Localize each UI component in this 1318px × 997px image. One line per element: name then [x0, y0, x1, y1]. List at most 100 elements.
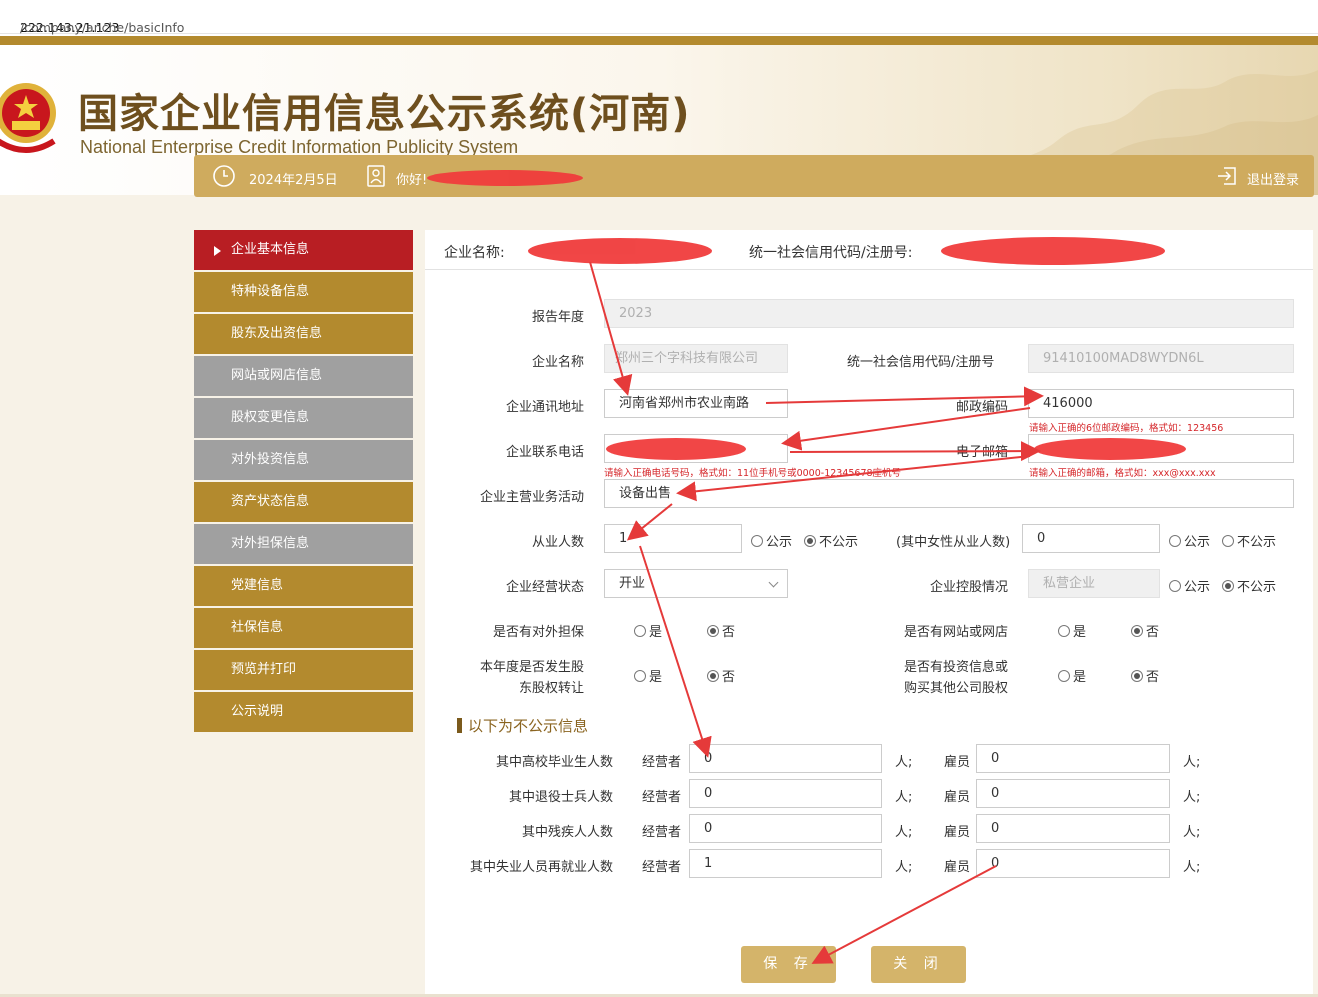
status-select-value: 开业: [619, 576, 646, 591]
reemployed-operator-input[interactable]: 1: [689, 849, 882, 878]
company-name-label: 企业名称:: [444, 245, 505, 261]
control-public-radio[interactable]: 公示: [1169, 576, 1210, 595]
credit-code-field-label: 统一社会信用代码/注册号: [847, 355, 995, 370]
radio-label: 不公示: [819, 535, 859, 550]
reemployed-employee-input[interactable]: 0: [976, 849, 1170, 878]
sidebar-item-preview-print[interactable]: 预览并打印: [194, 650, 413, 690]
unit-label: 人;: [1183, 755, 1201, 770]
guarantee-no-radio[interactable]: 否: [707, 621, 735, 640]
radio-icon: [1058, 625, 1070, 637]
female-public-radio[interactable]: 公示: [1169, 531, 1210, 550]
radio-icon: [1222, 535, 1234, 547]
unit-label: 人;: [1183, 825, 1201, 840]
save-button[interactable]: 保 存: [741, 946, 836, 983]
current-date: 2024年2月5日: [249, 173, 338, 188]
employee-label: 雇员: [944, 860, 971, 875]
sidebar-item-shareholders[interactable]: 股东及出资信息: [194, 314, 413, 354]
site-title: 国家企业信用信息公示系统(河南): [78, 91, 691, 137]
address-input[interactable]: 河南省郑州市农业南路: [604, 389, 788, 418]
employee-label: 雇员: [944, 825, 971, 840]
disabled-employee-input[interactable]: 0: [976, 814, 1170, 843]
employees-label: 从业人数: [531, 535, 584, 550]
operator-label: 经营者: [642, 790, 682, 805]
graduates-label: 其中高校毕业生人数: [495, 755, 613, 770]
unit-label: 人;: [895, 790, 913, 805]
sidebar-item-label: 股东及出资信息: [231, 326, 323, 341]
sidebar-item-asset-status[interactable]: 资产状态信息: [194, 482, 413, 522]
radio-label: 公示: [1184, 580, 1211, 595]
employee-label: 雇员: [944, 755, 971, 770]
radio-label: 公示: [1184, 535, 1211, 550]
report-year-input[interactable]: 2023: [604, 299, 1294, 328]
graduates-operator-input[interactable]: 0: [689, 744, 882, 773]
address-label: 企业通讯地址: [505, 400, 584, 415]
employees-public-radio[interactable]: 公示: [751, 531, 792, 550]
logout-icon[interactable]: [1216, 165, 1238, 187]
radio-icon: [634, 625, 646, 637]
radio-selected-icon: [707, 670, 719, 682]
address-bar[interactable]: 222.143.21.123/company/anche/basicInfo: [0, 0, 1318, 35]
guarantee-yes-radio[interactable]: 是: [634, 621, 662, 640]
veterans-operator-input[interactable]: 0: [689, 779, 882, 808]
operator-label: 经营者: [642, 860, 682, 875]
investment-no-radio[interactable]: 否: [1131, 666, 1159, 685]
control-input[interactable]: 私营企业: [1028, 569, 1160, 598]
radio-label: 否: [722, 625, 736, 640]
employees-not-public-radio[interactable]: 不公示: [804, 531, 858, 550]
sidebar-item-party[interactable]: 党建信息: [194, 566, 413, 606]
sidebar-item-guarantee[interactable]: 对外担保信息: [194, 524, 413, 564]
phone-hint: 请输入正确电话号码，格式如：11位手机号或0000-12345678座机号: [604, 468, 902, 479]
sidebar-item-equity-change[interactable]: 股权变更信息: [194, 398, 413, 438]
sidebar-item-special-equipment[interactable]: 特种设备信息: [194, 272, 413, 312]
postcode-label: 邮政编码: [955, 400, 1008, 415]
radio-selected-icon: [804, 535, 816, 547]
investment-label-line1: 是否有投资信息或: [903, 660, 1008, 675]
sidebar-item-label: 对外投资信息: [231, 452, 310, 467]
close-button[interactable]: 关 闭: [871, 946, 966, 983]
sidebar-item-publicity-notes[interactable]: 公示说明: [194, 692, 413, 732]
female-not-public-radio[interactable]: 不公示: [1222, 531, 1276, 550]
website-no-radio[interactable]: 否: [1131, 621, 1159, 640]
operator-label: 经营者: [642, 825, 682, 840]
status-select[interactable]: 开业: [604, 569, 788, 598]
phone-label: 企业联系电话: [505, 445, 584, 460]
female-employees-input[interactable]: 0: [1022, 524, 1160, 553]
radio-selected-icon: [1131, 625, 1143, 637]
graduates-employee-input[interactable]: 0: [976, 744, 1170, 773]
postcode-hint: 请输入正确的6位邮政编码，格式如：123456: [1029, 423, 1224, 434]
postcode-input[interactable]: 416000: [1028, 389, 1294, 418]
sidebar-item-investment[interactable]: 对外投资信息: [194, 440, 413, 480]
radio-label: 公示: [766, 535, 793, 550]
clock-icon: [213, 165, 235, 187]
website-yes-radio[interactable]: 是: [1058, 621, 1086, 640]
user-info-bar: 2024年2月5日 你好! 退出登录: [194, 155, 1314, 197]
reemployed-label: 其中失业人员再就业人数: [469, 860, 613, 875]
sidebar-item-label: 公示说明: [231, 704, 284, 719]
credit-code-input[interactable]: 91410100MAD8WYDN6L: [1028, 344, 1294, 373]
email-label: 电子邮箱: [955, 445, 1008, 460]
company-name-input[interactable]: 郑州三个字科技有限公司: [604, 344, 788, 373]
equity-transfer-yes-radio[interactable]: 是: [634, 666, 662, 685]
sidebar-item-social-security[interactable]: 社保信息: [194, 608, 413, 648]
investment-yes-radio[interactable]: 是: [1058, 666, 1086, 685]
disabled-label: 其中残疾人人数: [521, 825, 613, 840]
chevron-down-icon: [768, 577, 779, 588]
business-input[interactable]: 设备出售: [604, 479, 1294, 508]
equity-transfer-no-radio[interactable]: 否: [707, 666, 735, 685]
sidebar-item-label: 党建信息: [231, 578, 284, 593]
veterans-employee-input[interactable]: 0: [976, 779, 1170, 808]
radio-selected-icon: [707, 625, 719, 637]
sidebar-item-website[interactable]: 网站或网店信息: [194, 356, 413, 396]
control-not-public-radio[interactable]: 不公示: [1222, 576, 1276, 595]
radio-icon: [1169, 580, 1181, 592]
employees-input[interactable]: 1: [604, 524, 742, 553]
radio-selected-icon: [1222, 580, 1234, 592]
operator-label: 经营者: [642, 755, 682, 770]
logout-link[interactable]: 退出登录: [1247, 169, 1299, 188]
sidebar-item-basic-info[interactable]: 企业基本信息: [194, 230, 413, 270]
radio-label: 不公示: [1237, 580, 1277, 595]
disabled-operator-input[interactable]: 0: [689, 814, 882, 843]
url-path: /company/anche/basicInfo: [20, 20, 185, 35]
email-input[interactable]: [1028, 434, 1294, 463]
phone-input[interactable]: [604, 434, 788, 463]
